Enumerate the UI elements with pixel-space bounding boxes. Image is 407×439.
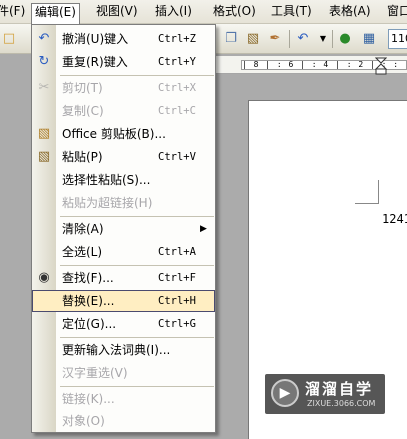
paste-icon: ▧ <box>37 149 51 164</box>
menu-window[interactable]: 窗口 <box>384 3 407 22</box>
binoculars-icon: ◉ <box>38 270 50 285</box>
hyperlink-globe-icon[interactable]: ● <box>336 30 354 48</box>
menu-item-office-clipboard[interactable]: ▧ Office 剪贴板(B)... <box>32 123 215 145</box>
menu-separator <box>60 75 214 76</box>
menu-item-replace[interactable]: 替换(E)... Ctrl+H <box>32 290 215 312</box>
menu-item-undo[interactable]: ↶ 撤消(U)键入 Ctrl+Z <box>32 28 215 50</box>
toolbar-separator <box>332 30 333 48</box>
format-painter-icon[interactable]: ✒ <box>266 30 284 48</box>
menu-item-find[interactable]: ◉ 查找(F)... Ctrl+F <box>32 267 215 289</box>
menu-separator <box>60 216 214 217</box>
undo-icon[interactable]: ↶ <box>294 30 312 48</box>
menu-edit[interactable]: 编辑(E) <box>31 3 80 25</box>
menu-format[interactable]: 格式(O) <box>210 3 259 22</box>
menu-insert[interactable]: 插入(I) <box>152 3 195 22</box>
menu-separator <box>60 265 214 266</box>
margin-corner-mark <box>355 180 379 204</box>
redo-icon: ↻ <box>38 54 50 69</box>
clipboard-icon: ▧ <box>37 126 51 141</box>
play-logo-icon: ▶ <box>271 379 299 407</box>
menu-item-paste[interactable]: ▧ 粘贴(P) Ctrl+V <box>32 146 215 168</box>
menu-item-paste-as-hyperlink[interactable]: 粘贴为超链接(H) <box>32 192 215 214</box>
watermark: ▶ 溜溜自学 ZIXUE.3066.COM <box>265 374 385 414</box>
menu-item-select-all[interactable]: 全选(L) Ctrl+A <box>32 241 215 263</box>
menu-item-hanzi-reconvert[interactable]: 汉字重选(V) <box>32 362 215 384</box>
menu-table[interactable]: 表格(A) <box>326 3 374 22</box>
document-text: 1241 <box>382 212 407 226</box>
copy-icon <box>36 103 52 119</box>
menu-item-links[interactable]: 链接(K)... <box>32 388 215 410</box>
watermark-title: 溜溜自学 <box>305 380 374 398</box>
submenu-arrow-icon: ▶ <box>200 224 207 234</box>
menu-item-update-ime-dictionary[interactable]: 更新输入法词典(I)... <box>32 339 215 361</box>
menu-item-goto[interactable]: 定位(G)... Ctrl+G <box>32 313 215 335</box>
edit-menu: ↶ 撤消(U)键入 Ctrl+Z ↻ 重复(R)键入 Ctrl+Y ✂ 剪切(T… <box>31 24 216 433</box>
copy-icon[interactable]: ❐ <box>222 30 240 48</box>
menu-file[interactable]: 件(F) <box>0 3 28 22</box>
scissors-icon: ✂ <box>38 80 50 95</box>
menu-item-redo[interactable]: ↻ 重复(R)键入 Ctrl+Y <box>32 51 215 73</box>
dropdown-arrow-icon[interactable]: ▼ <box>314 30 332 48</box>
watermark-url: ZIXUE.3066.COM <box>307 399 376 408</box>
table-icon[interactable]: ▦ <box>360 30 378 48</box>
open-folder-icon[interactable]: □ <box>0 30 18 48</box>
menu-tools[interactable]: 工具(T) <box>268 3 315 22</box>
menu-item-object[interactable]: 对象(O) <box>32 410 215 432</box>
menu-bar: 件(F) 编辑(E) 视图(V) 插入(I) 格式(O) 工具(T) 表格(A)… <box>0 0 407 25</box>
menu-separator <box>60 337 214 338</box>
menu-item-paste-special[interactable]: 选择性粘贴(S)... <box>32 169 215 191</box>
menu-separator <box>60 386 214 387</box>
menu-item-clear[interactable]: 清除(A) ▶ <box>32 218 215 240</box>
zoom-box[interactable]: 110 <box>388 29 407 49</box>
undo-icon: ↶ <box>38 31 50 46</box>
menu-item-copy[interactable]: 复制(C) Ctrl+C <box>32 100 215 122</box>
indent-marker-icon[interactable] <box>375 57 387 75</box>
toolbar-separator <box>289 30 290 48</box>
menu-item-cut[interactable]: ✂ 剪切(T) Ctrl+X <box>32 77 215 99</box>
paste-icon[interactable]: ▧ <box>244 30 262 48</box>
menu-view[interactable]: 视图(V) <box>93 3 141 22</box>
